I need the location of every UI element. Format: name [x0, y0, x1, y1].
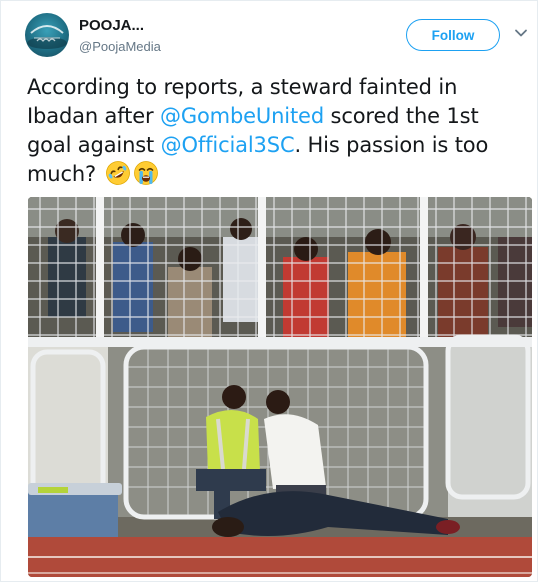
- chevron-down-icon[interactable]: [513, 25, 529, 41]
- mention-link[interactable]: @GombeUnited: [160, 104, 324, 128]
- mention-link[interactable]: @Official3SC: [161, 133, 295, 157]
- display-name[interactable]: POOJA...: [79, 17, 144, 34]
- follow-button[interactable]: Follow: [406, 19, 500, 51]
- user-handle[interactable]: @PoojaMedia: [79, 39, 161, 54]
- tweet-photo[interactable]: [28, 197, 532, 577]
- tweet-card: POOJA... @PoojaMedia Follow According to…: [0, 0, 538, 582]
- avatar[interactable]: [25, 13, 69, 57]
- loudly-crying-face-emoji-icon: [133, 160, 159, 186]
- tweet-text: According to reports, a steward fainted …: [27, 73, 521, 189]
- rolling-on-floor-laughing-emoji-icon: [105, 160, 131, 186]
- tweet-header: POOJA... @PoojaMedia Follow: [25, 11, 527, 59]
